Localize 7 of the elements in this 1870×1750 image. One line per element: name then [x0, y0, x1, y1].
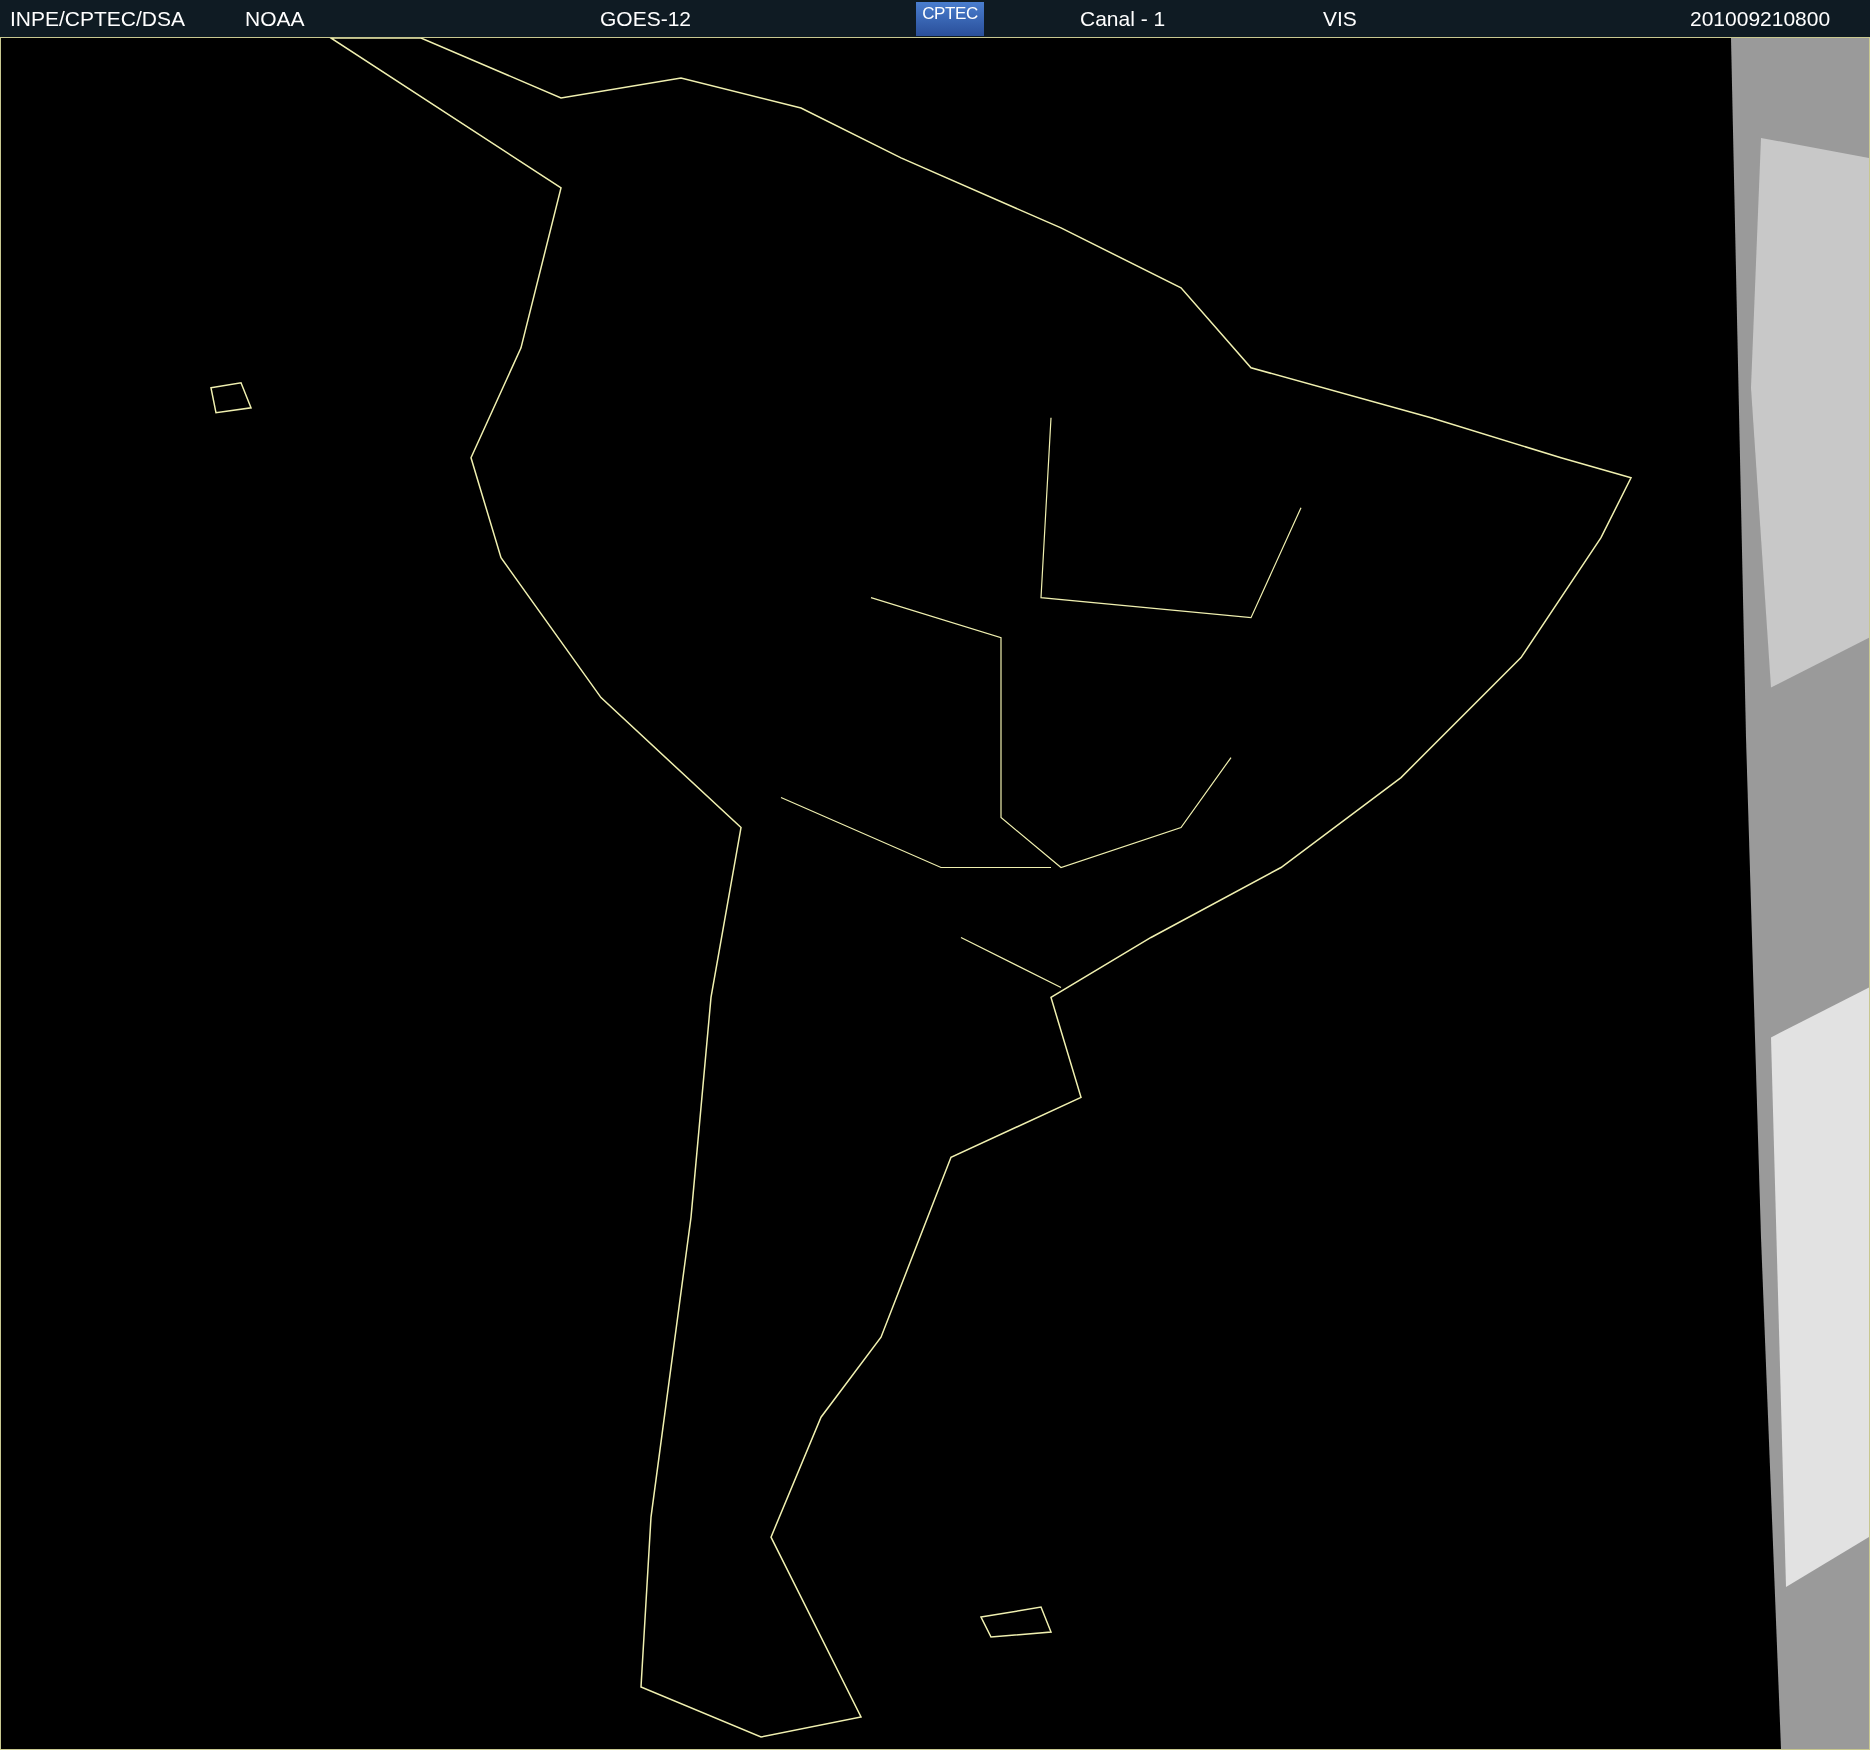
- agency-label: NOAA: [245, 5, 306, 32]
- source-label: INPE/CPTEC/DSA: [10, 5, 187, 32]
- band-label: VIS: [1323, 5, 1358, 32]
- timestamp-label: 201009210800: [1690, 5, 1831, 32]
- logo: CPTEC: [916, 1, 984, 36]
- channel-label: Canal - 1: [1080, 5, 1167, 32]
- satellite-label: GOES-12: [600, 5, 693, 32]
